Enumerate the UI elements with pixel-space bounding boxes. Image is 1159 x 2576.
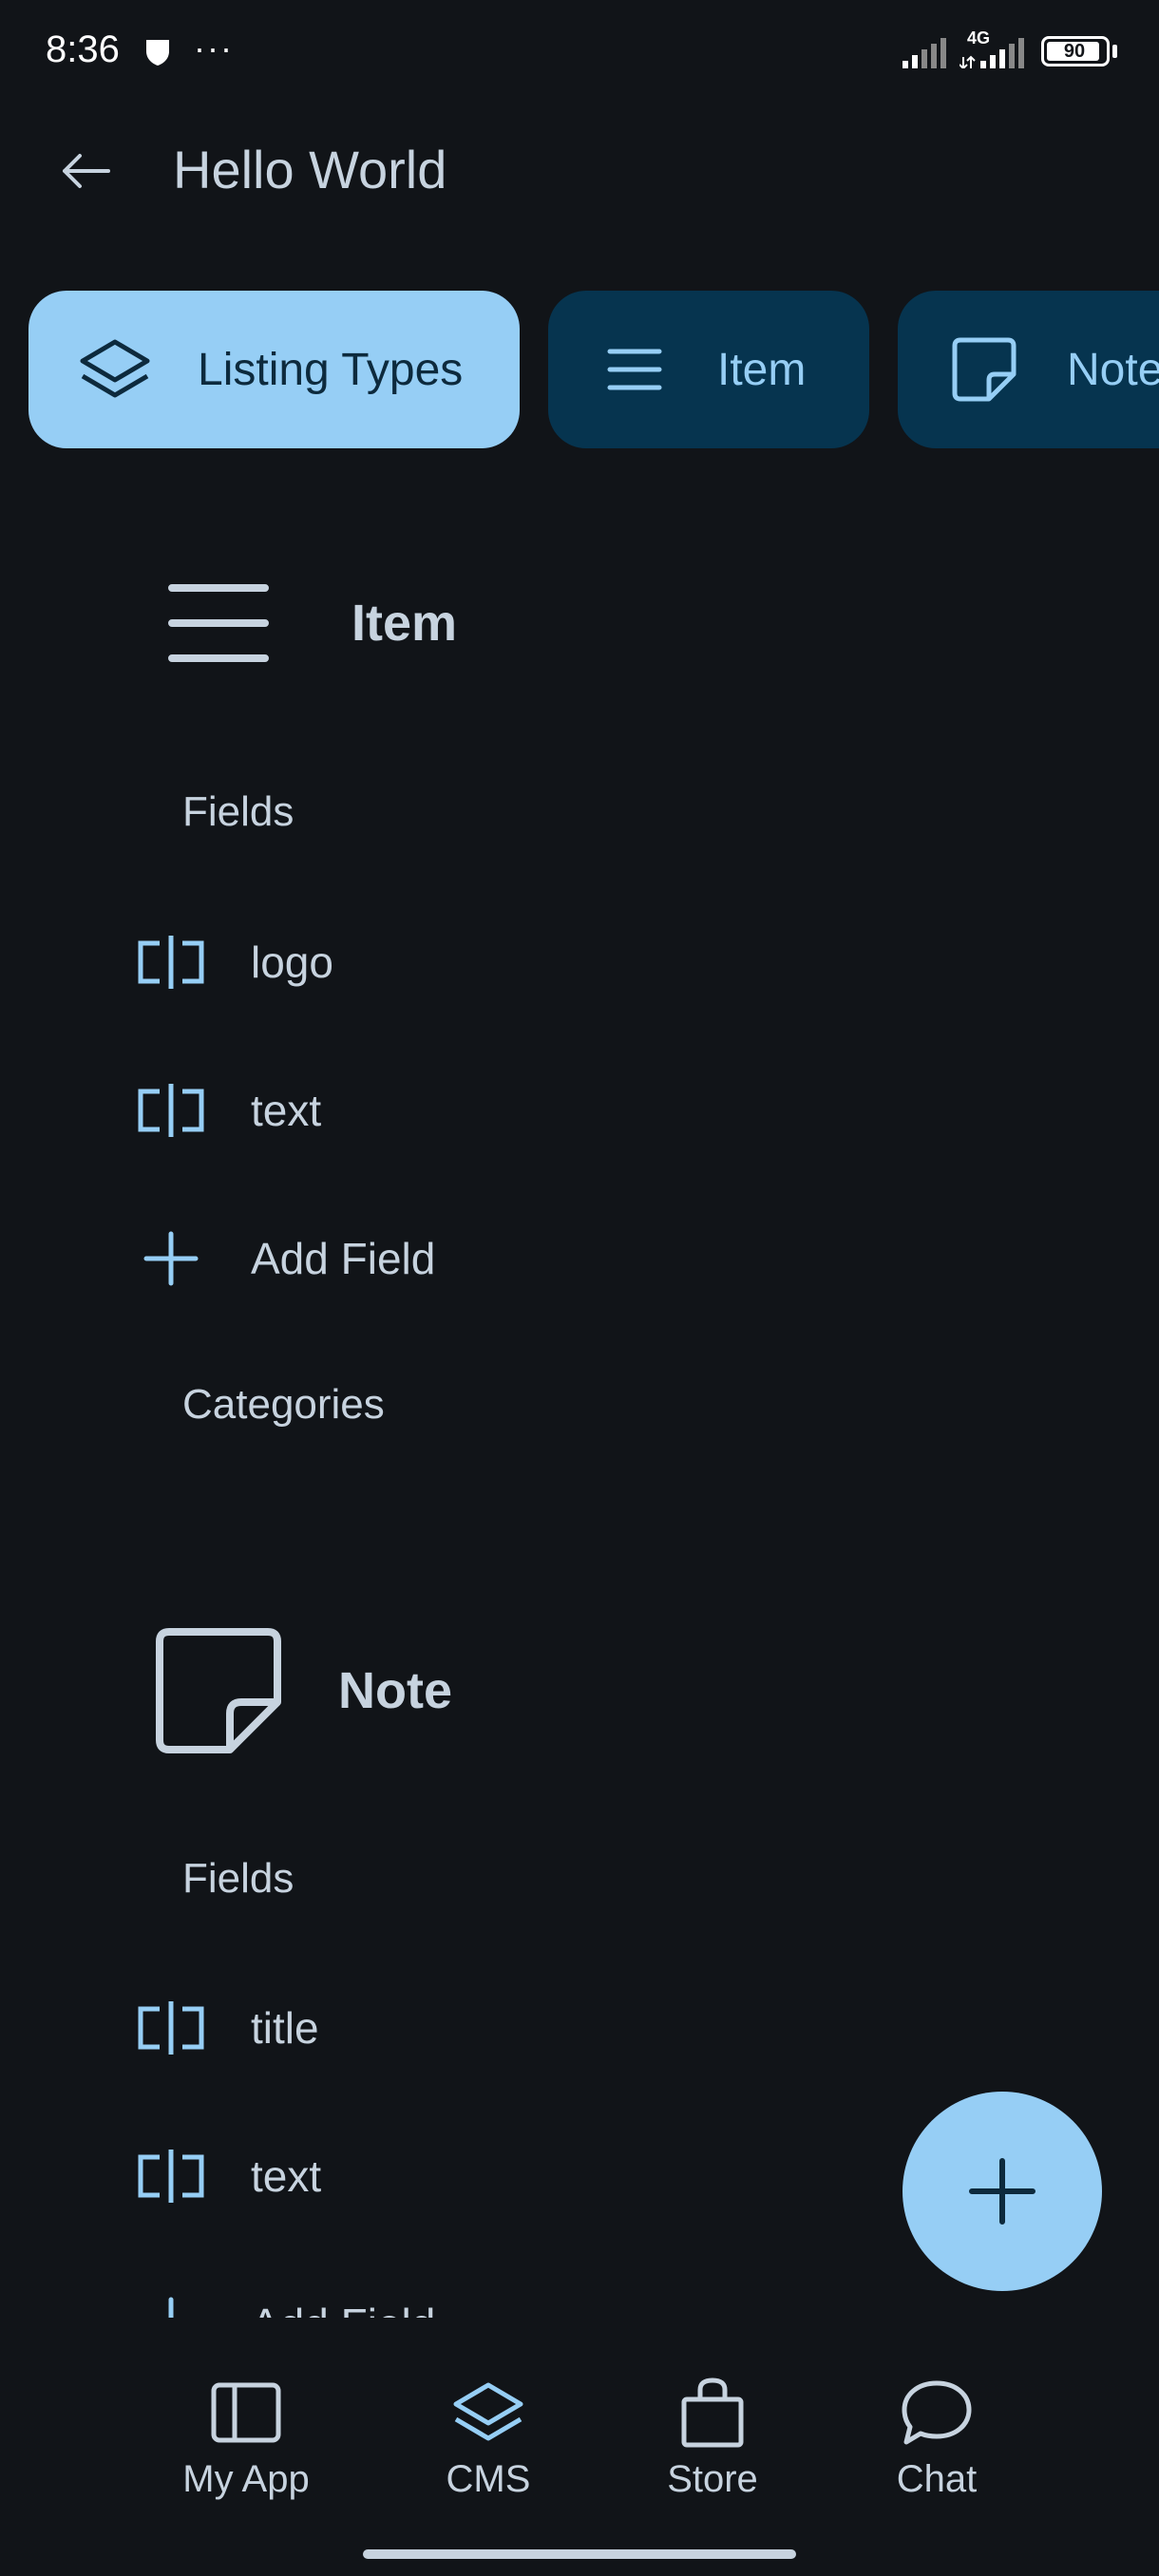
chip-label: Listing Types [198, 344, 464, 395]
chip-item[interactable]: Item [548, 291, 869, 448]
bottom-navigation: My App CMS Store Chat [0, 2318, 1159, 2576]
nav-label: CMS [446, 2458, 531, 2500]
nav-my-app[interactable]: My App [151, 2375, 341, 2501]
fields-heading: Fields [182, 1855, 294, 1902]
more-notifications-icon: ··· [194, 28, 234, 67]
field-label: text [251, 2151, 322, 2201]
nav-label: Store [667, 2458, 758, 2500]
plus-icon [133, 1221, 209, 1297]
nav-cms[interactable]: CMS [393, 2375, 583, 2501]
arrow-left-icon [63, 154, 110, 188]
field-label: text [251, 1086, 322, 1135]
sidebar-panel-icon [208, 2375, 284, 2451]
battery-level: 90 [1063, 41, 1086, 62]
plus-icon [969, 2158, 1036, 2225]
section-header-item: Item [152, 557, 457, 690]
nav-chat[interactable]: Chat [842, 2375, 1032, 2501]
text-field-icon [133, 924, 209, 1000]
field-label: logo [251, 938, 333, 987]
categories-heading: Categories [182, 1381, 385, 1428]
add-field-button[interactable]: Add Field [133, 1221, 435, 1297]
home-indicator[interactable] [363, 2549, 796, 2559]
sticky-note-icon [152, 1624, 285, 1757]
shield-icon [146, 40, 169, 66]
shopping-bag-icon [674, 2375, 750, 2451]
field-row-title[interactable]: title [133, 1990, 319, 2066]
status-bar: 8:36 ··· 4G 90 [0, 0, 1159, 104]
page-title: Hello World [173, 140, 447, 199]
text-field-icon [133, 1990, 209, 2066]
section-title: Note [338, 1662, 452, 1719]
nav-store[interactable]: Store [618, 2375, 808, 2501]
cellular-signal-icon [902, 38, 946, 68]
chip-label: Note [1067, 344, 1159, 395]
text-field-icon [133, 2138, 209, 2214]
sticky-note-icon [941, 327, 1027, 412]
nav-label: Chat [896, 2458, 978, 2500]
layers-icon [450, 2375, 526, 2451]
back-button[interactable] [44, 133, 127, 209]
battery-icon: 90 [1041, 36, 1110, 66]
chip-listing-types[interactable]: Listing Types [28, 291, 520, 448]
listing-type-chips: Listing Types Item Note [28, 291, 1159, 450]
menu-lines-icon [152, 557, 285, 690]
field-row-text[interactable]: text [133, 1072, 321, 1148]
fields-heading: Fields [182, 788, 294, 835]
field-label: title [251, 2003, 319, 2053]
menu-lines-icon [592, 327, 677, 412]
add-field-label: Add Field [251, 1234, 436, 1283]
chat-bubble-icon [899, 2375, 975, 2451]
add-fab-button[interactable] [902, 2092, 1102, 2291]
nav-label: My App [182, 2458, 310, 2500]
section-header-note: Note [152, 1624, 452, 1757]
text-field-icon [133, 1072, 209, 1148]
section-title: Item [352, 595, 458, 652]
field-row-logo[interactable]: logo [133, 924, 333, 1000]
cellular-signal-icon-2 [960, 38, 1024, 68]
field-row-text[interactable]: text [133, 2138, 321, 2214]
layers-icon [72, 327, 158, 412]
chip-label: Item [717, 344, 807, 395]
chip-note[interactable]: Note [898, 291, 1159, 448]
status-time: 8:36 [46, 28, 120, 70]
